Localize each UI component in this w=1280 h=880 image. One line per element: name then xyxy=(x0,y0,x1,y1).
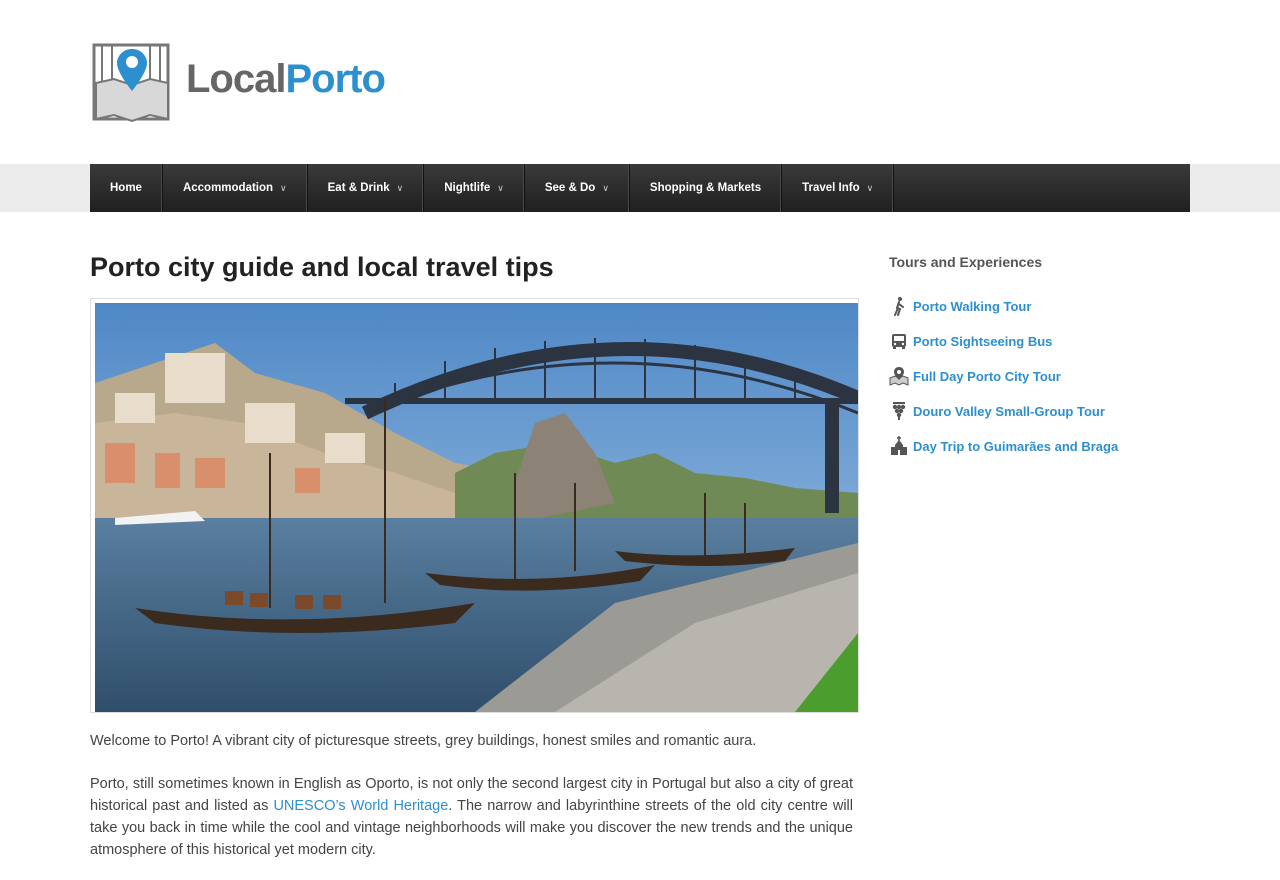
tour-item[interactable]: Douro Valley Small-Group Tour xyxy=(889,401,1105,421)
site-logo[interactable]: LocalPorto xyxy=(92,43,386,123)
logo-text-porto: Porto xyxy=(285,57,385,101)
tour-item[interactable]: Porto Walking Tour xyxy=(889,296,1031,316)
nav-item-eat-drink[interactable]: Eat & Drink ∨ xyxy=(308,164,425,212)
map-pin-logo-icon xyxy=(92,43,170,123)
map-pin-icon xyxy=(889,367,909,386)
description-paragraph: Porto, still sometimes known in English … xyxy=(90,773,853,861)
tour-link[interactable]: Porto Sightseeing Bus xyxy=(913,334,1052,349)
tour-link[interactable]: Full Day Porto City Tour xyxy=(913,369,1061,384)
hero-image xyxy=(95,303,858,712)
nav-item-label: Shopping & Markets xyxy=(649,182,762,194)
logo-text-local: Local xyxy=(186,57,286,101)
grapes-icon xyxy=(892,402,906,420)
tour-link[interactable]: Douro Valley Small-Group Tour xyxy=(913,404,1105,419)
page-title: Porto city guide and local travel tips xyxy=(90,252,554,282)
main-nav: Home Accommodation ∨ Eat & Drink ∨ Nightlife ∨… xyxy=(90,164,1190,212)
bus-icon xyxy=(892,334,906,349)
nav-item-label: Accommodation xyxy=(182,182,274,194)
church-icon xyxy=(891,436,907,455)
tour-item[interactable]: Full Day Porto City Tour xyxy=(889,366,1061,386)
tour-item[interactable]: Porto Sightseeing Bus xyxy=(889,331,1052,351)
nav-item-travel-info[interactable]: Travel Info ∨ xyxy=(782,164,895,212)
hero-image-frame xyxy=(90,298,859,713)
chevron-down-icon: ∨ xyxy=(602,182,609,193)
tour-item[interactable]: Day Trip to Guimarães and Braga xyxy=(889,436,1118,456)
chevron-down-icon: ∨ xyxy=(497,182,504,193)
nav-item-accommodation[interactable]: Accommodation ∨ xyxy=(163,164,308,212)
nav-item-label: Nightlife xyxy=(444,182,491,194)
tour-link[interactable]: Day Trip to Guimarães and Braga xyxy=(913,439,1118,454)
nav-item-see-do[interactable]: See & Do ∨ xyxy=(525,164,630,212)
logo-text: LocalPorto xyxy=(186,57,386,102)
nav-item-label: Home xyxy=(110,182,142,194)
unesco-link[interactable]: UNESCO’s World Heritage xyxy=(273,798,448,814)
chevron-down-icon: ∨ xyxy=(396,182,404,193)
chevron-down-icon: ∨ xyxy=(866,182,874,193)
nav-item-label: Travel Info xyxy=(802,182,860,194)
chevron-down-icon: ∨ xyxy=(280,182,287,193)
tour-link[interactable]: Porto Walking Tour xyxy=(913,299,1031,314)
nav-item-shopping-markets[interactable]: Shopping & Markets xyxy=(630,164,783,212)
nav-item-home[interactable]: Home xyxy=(90,164,163,212)
nav-item-label: See & Do xyxy=(544,182,596,194)
sidebar-title: Tours and Experiences xyxy=(889,254,1043,270)
intro-paragraph: Welcome to Porto! A vibrant city of pict… xyxy=(90,733,757,749)
nav-item-nightlife[interactable]: Nightlife ∨ xyxy=(424,164,525,212)
nav-item-label: Eat & Drink xyxy=(327,182,390,194)
walking-icon xyxy=(894,297,904,316)
